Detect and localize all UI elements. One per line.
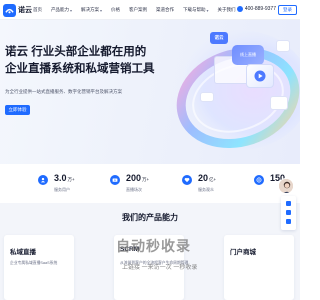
phone-icon[interactable] xyxy=(286,210,291,215)
art-mini-card xyxy=(270,96,288,110)
hotline-number: 400-889-9377 xyxy=(244,6,276,12)
nav-home[interactable]: 首页 xyxy=(33,7,42,13)
art-mini-card xyxy=(200,92,214,102)
watermark-sub: 上链接 一来访一次 一秒收录 xyxy=(122,265,198,271)
section-title: 我们的产品能力 xyxy=(122,213,178,222)
phone-icon xyxy=(236,6,243,12)
stat-item: 3.0万+ 服务用户 xyxy=(38,173,75,193)
hero-banner: 诺云 行业头部企业都在用的 企业直播系统和私域营销工具 为全行业提供一站式直播服… xyxy=(0,20,300,164)
play-icon xyxy=(246,64,274,88)
hero-title-line2: 企业直播系统和私域营销工具 xyxy=(5,63,155,75)
main-nav: 首页 产品能力 ▾ 解决方案 ▾ 价格 客户案例 渠道合作 下载与帮助 ▾ 关于我们 xyxy=(33,0,245,20)
stat-value: 3.0万+ xyxy=(54,173,75,183)
nav-cases[interactable]: 客户案例 xyxy=(129,7,147,13)
qrcode-icon[interactable] xyxy=(286,219,291,224)
nav-pricing[interactable]: 价格 xyxy=(111,7,120,13)
users-icon xyxy=(38,175,48,185)
live-icon xyxy=(110,175,120,185)
hero-subtitle: 为全行业提供一站式直播服务、数字化营销平台及解决方案 xyxy=(5,89,122,94)
product-desc: 企业专属私域直播SaaS系统 xyxy=(10,261,58,265)
art-badge: 诺云 xyxy=(210,32,228,44)
nav-label: 首页 xyxy=(33,7,42,12)
heart-icon xyxy=(182,175,192,185)
logo-text: 诺云 xyxy=(18,7,32,14)
product-name: 私域直播 xyxy=(10,249,36,256)
try-now-button[interactable]: 立即体验 xyxy=(5,105,30,115)
chat-icon[interactable] xyxy=(286,201,291,206)
chevron-down-icon: ▾ xyxy=(100,7,103,13)
stat-item: 200万+ 直播场次 xyxy=(110,173,149,193)
login-button[interactable]: 登录 xyxy=(278,5,297,15)
nav-label: 客户案例 xyxy=(129,7,148,12)
nav-label: 解决方案 xyxy=(81,7,100,12)
nav-label: 价格 xyxy=(111,7,121,12)
art-label: 线上直播 xyxy=(232,45,264,65)
nav-partners[interactable]: 渠道合作 xyxy=(156,7,174,13)
stat-item: 20亿+ 服务观众 xyxy=(182,173,216,193)
logo[interactable]: 诺云 xyxy=(3,3,32,17)
stat-value: 200万+ xyxy=(126,173,150,183)
hero-title-line1: 诺云 行业头部企业都在用的 xyxy=(5,46,147,58)
chevron-down-icon: ▾ xyxy=(206,7,209,13)
globe-icon xyxy=(254,175,264,185)
nav-download-help[interactable]: 下载与帮助 ▾ xyxy=(183,7,209,13)
stat-label: 服务观众 xyxy=(198,187,214,192)
stat-label: 直播场次 xyxy=(126,187,142,192)
logo-mark-icon xyxy=(3,3,16,17)
watermark-main: 自动秒收录 xyxy=(116,238,191,254)
nav-label: 渠道合作 xyxy=(156,7,175,12)
nav-products[interactable]: 产品能力 ▾ xyxy=(51,7,72,13)
nav-label: 关于我们 xyxy=(217,7,236,12)
nav-about[interactable]: 关于我们 xyxy=(218,7,236,13)
stat-value: 20亿+ xyxy=(198,173,217,183)
nav-label: 下载与帮助 xyxy=(183,7,206,12)
side-contact-panel xyxy=(281,196,296,230)
watermark: 自动秒收录 上链接 一来访一次 一秒收录 xyxy=(116,236,236,276)
chevron-down-icon: ▾ xyxy=(70,7,73,13)
top-nav: 诺云 首页 产品能力 ▾ 解决方案 ▾ 价格 客户案例 渠道合作 下载与帮助 ▾ 关于… xyxy=(0,0,300,20)
stat-label: 服务用户 xyxy=(54,187,70,192)
stats-bar: 3.0万+ 服务用户 200万+ 直播场次 20亿+ 服务观众 150 xyxy=(0,164,300,203)
art-mini-card xyxy=(276,40,290,52)
product-card-private-live[interactable]: 私域直播 企业专属私域直播SaaS系统 xyxy=(4,235,74,300)
hotline[interactable]: 400-889-9377 xyxy=(236,6,276,12)
nav-solutions[interactable]: 解决方案 ▾ xyxy=(81,7,102,13)
customer-service-avatar[interactable] xyxy=(278,178,294,194)
nav-label: 产品能力 xyxy=(51,7,69,12)
